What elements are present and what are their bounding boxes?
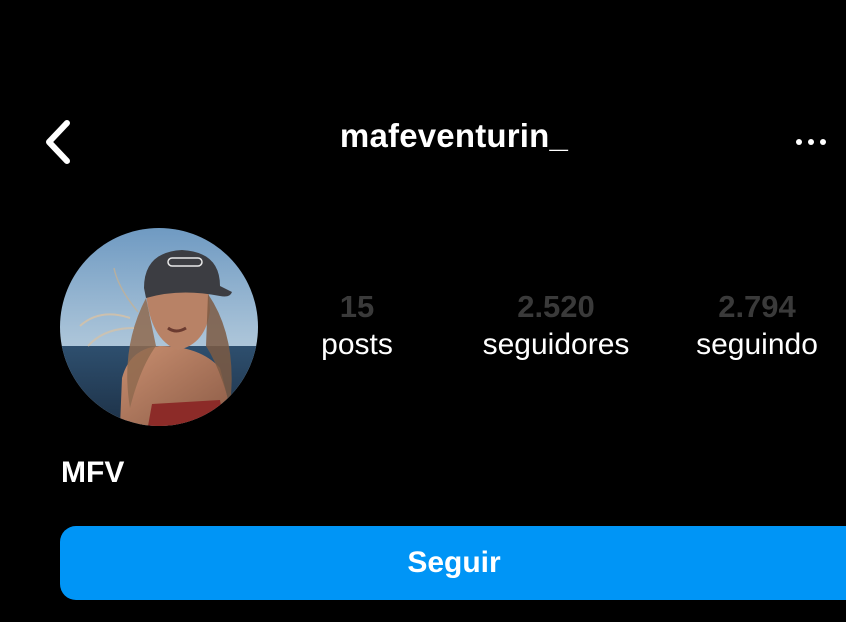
stat-following-label: seguindo [696, 328, 818, 361]
more-options-button[interactable] [796, 128, 846, 156]
stat-followers-label: seguidores [482, 328, 630, 361]
stat-posts-label: posts [321, 328, 393, 361]
follow-button[interactable]: Seguir [60, 526, 846, 600]
stat-posts[interactable]: 15 posts [305, 288, 409, 364]
profile-avatar[interactable] [60, 228, 258, 426]
more-horizontal-icon [820, 139, 826, 145]
more-horizontal-icon [796, 139, 802, 145]
follow-button-label: Seguir [407, 546, 501, 579]
stat-followers[interactable]: 2.520 seguidores [466, 288, 646, 364]
more-horizontal-icon [808, 139, 814, 145]
stat-followers-count: 2.520 [517, 289, 595, 324]
stat-following-count: 2.794 [718, 289, 796, 324]
profile-photo [60, 228, 258, 426]
stat-following[interactable]: 2.794 seguindo [684, 288, 830, 364]
stat-posts-count: 15 [339, 289, 375, 324]
profile-display-name: MFV [61, 456, 125, 489]
profile-username: mafeventurin_ [339, 117, 569, 154]
